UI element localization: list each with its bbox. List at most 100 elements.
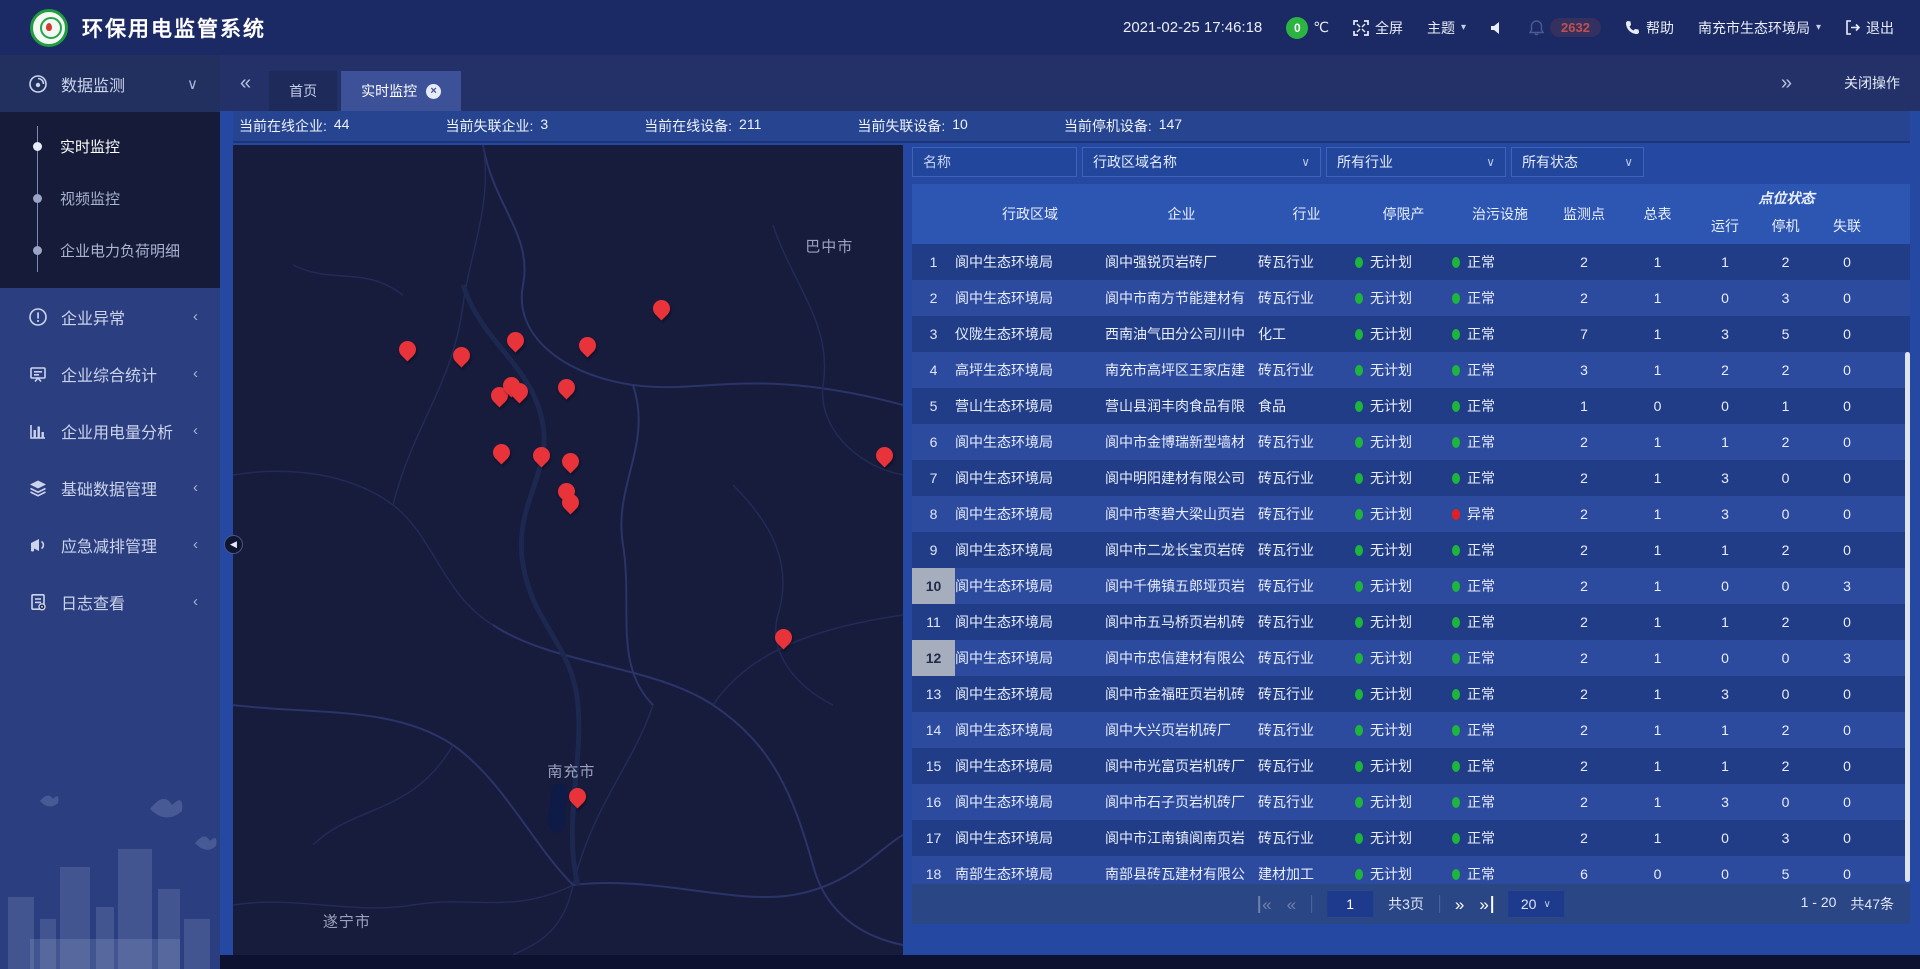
map-pin-icon[interactable] <box>558 379 575 396</box>
table-row[interactable]: 11阆中生态环境局阆中市五马桥页岩机砖砖瓦行业无计划正常21120 <box>912 604 1910 640</box>
sidebar-nav: 数据监测∨ 实时监控视频监控企业电力负荷明细企业异常‹企业综合统计‹企业用电量分析… <box>0 55 220 630</box>
cell-facility: 正常 <box>1452 396 1548 416</box>
cell-meters: 1 <box>1620 362 1695 378</box>
map-pin-icon[interactable] <box>511 383 528 400</box>
table-row[interactable]: 7阆中生态环境局阆中明阳建材有限公司砖瓦行业无计划正常21300 <box>912 460 1910 496</box>
app-logo-icon <box>30 9 68 47</box>
sidebar-item-5[interactable]: 应急减排管理‹ <box>0 516 220 573</box>
map-pin-icon[interactable] <box>493 444 510 461</box>
cell-points: 2 <box>1548 758 1620 774</box>
map-pin-icon[interactable] <box>399 341 416 358</box>
cell-index: 15 <box>912 748 955 784</box>
cell-lost: 0 <box>1816 830 1878 846</box>
board-icon <box>28 364 48 384</box>
table-row[interactable]: 9阆中生态环境局阆中市二龙长宝页岩砖砖瓦行业无计划正常21120 <box>912 532 1910 568</box>
tabs-scroll-right-button[interactable]: » <box>1781 72 1792 95</box>
map-pin-icon[interactable] <box>533 447 550 464</box>
sidebar-item-1[interactable]: 企业异常‹ <box>0 288 220 345</box>
sidebar-subitem[interactable]: 企业电力负荷明细 <box>0 224 220 276</box>
sidebar-item-6[interactable]: 日志查看‹ <box>0 573 220 630</box>
map-pin-icon[interactable] <box>653 300 670 317</box>
status-select[interactable]: 所有状态∨ <box>1511 147 1644 177</box>
tab-0[interactable]: 首页 <box>269 71 337 111</box>
sidebar: 数据监测∨ 实时监控视频监控企业电力负荷明细企业异常‹企业综合统计‹企业用电量分析… <box>0 55 220 969</box>
name-search-input[interactable] <box>912 147 1077 177</box>
page-size-select[interactable]: 20∨ <box>1508 891 1564 917</box>
table-row[interactable]: 17阆中生态环境局阆中市江南镇阆南页岩砖瓦行业无计划正常21030 <box>912 820 1910 856</box>
sidebar-subitem[interactable]: 实时监控 <box>0 120 220 172</box>
table-scrollbar[interactable] <box>1905 352 1910 882</box>
table-row[interactable]: 2阆中生态环境局阆中市南方节能建材有砖瓦行业无计划正常21030 <box>912 280 1910 316</box>
map-pin-icon[interactable] <box>876 447 893 464</box>
page-number-input[interactable] <box>1327 891 1373 917</box>
user-org-dropdown[interactable]: 南充市生态环境局▾ <box>1698 18 1821 38</box>
help-button[interactable]: 帮助 <box>1625 18 1674 38</box>
first-page-button[interactable]: « <box>1258 896 1271 913</box>
sidebar-subitem[interactable]: 视频监控 <box>0 172 220 224</box>
fullscreen-button[interactable]: 全屏 <box>1353 18 1403 38</box>
region-select[interactable]: 行政区域名称∨ <box>1082 147 1321 177</box>
sidebar-item-3[interactable]: 企业用电量分析‹ <box>0 402 220 459</box>
table-row[interactable]: 15阆中生态环境局阆中市光富页岩机砖厂砖瓦行业无计划正常21120 <box>912 748 1910 784</box>
map-pin-icon[interactable] <box>453 347 470 364</box>
industry-select[interactable]: 所有行业∨ <box>1326 147 1506 177</box>
tabs-scroll-left-button[interactable]: « <box>240 72 251 95</box>
prev-page-button[interactable]: « <box>1287 896 1296 913</box>
table-row[interactable]: 13阆中生态环境局阆中市金福旺页岩机砖砖瓦行业无计划正常21300 <box>912 676 1910 712</box>
cell-industry: 砖瓦行业 <box>1258 288 1355 308</box>
cell-industry: 砖瓦行业 <box>1258 576 1355 596</box>
cell-stop-plan: 无计划 <box>1355 648 1452 668</box>
map-pin-icon[interactable] <box>562 453 579 470</box>
cell-company: 阆中市金博瑞新型墙材 <box>1105 432 1258 452</box>
sidebar-item-4[interactable]: 基础数据管理‹ <box>0 459 220 516</box>
close-operations-button[interactable]: 关闭操作 <box>1844 73 1900 93</box>
map-pin-icon[interactable] <box>569 788 586 805</box>
cell-index: 9 <box>912 532 955 568</box>
table-row[interactable]: 6阆中生态环境局阆中市金博瑞新型墙材砖瓦行业无计划正常21120 <box>912 424 1910 460</box>
map-pin-icon[interactable] <box>507 332 524 349</box>
notifications-button[interactable]: 2632 <box>1529 18 1601 37</box>
table-row[interactable]: 1阆中生态环境局阆中强锐页岩砖厂砖瓦行业无计划正常21120 <box>912 244 1910 280</box>
chevron-left-icon: ‹ <box>193 308 198 325</box>
map-pin-icon[interactable] <box>579 337 596 354</box>
table-row[interactable]: 8阆中生态环境局阆中市枣碧大梁山页岩砖瓦行业无计划异常21300 <box>912 496 1910 532</box>
cell-run: 1 <box>1695 614 1755 630</box>
status-dot-icon <box>1452 365 1460 376</box>
status-dot-icon <box>1355 797 1363 808</box>
cell-industry: 砖瓦行业 <box>1258 756 1355 776</box>
table-row[interactable]: 14阆中生态环境局阆中大兴页岩机砖厂砖瓦行业无计划正常21120 <box>912 712 1910 748</box>
cell-index: 10 <box>912 568 955 604</box>
last-page-button[interactable]: » <box>1479 896 1492 913</box>
map-collapse-button[interactable]: ◀ <box>224 535 243 554</box>
tab-close-icon[interactable]: × <box>426 84 441 99</box>
table-row[interactable]: 5营山生态环境局营山县润丰肉食品有限食品无计划正常10010 <box>912 388 1910 424</box>
table-row[interactable]: 4高坪生态环境局南充市高坪区王家店建砖瓦行业无计划正常31220 <box>912 352 1910 388</box>
cell-lost: 0 <box>1816 866 1878 882</box>
map-pin-icon[interactable] <box>775 629 792 646</box>
sidebar-item-0[interactable]: 数据监测∨ <box>0 55 220 112</box>
table-row[interactable]: 18南部生态环境局南部县砖瓦建材有限公建材加工无计划正常60050 <box>912 856 1910 884</box>
cell-points: 2 <box>1548 794 1620 810</box>
table-row[interactable]: 16阆中生态环境局阆中市石子页岩机砖厂砖瓦行业无计划正常21300 <box>912 784 1910 820</box>
cell-halt: 3 <box>1755 830 1816 846</box>
sidebar-item-2[interactable]: 企业综合统计‹ <box>0 345 220 402</box>
cell-facility: 正常 <box>1452 828 1548 848</box>
cell-stop-plan: 无计划 <box>1355 468 1452 488</box>
cell-halt: 3 <box>1755 290 1816 306</box>
tab-1[interactable]: 实时监控× <box>341 71 461 111</box>
cell-run: 1 <box>1695 722 1755 738</box>
sound-button[interactable] <box>1490 21 1505 35</box>
next-page-button[interactable]: » <box>1455 896 1464 913</box>
cell-company: 阆中市金福旺页岩机砖 <box>1105 684 1258 704</box>
cell-industry: 砖瓦行业 <box>1258 720 1355 740</box>
chevron-down-icon: ∨ <box>1301 155 1310 169</box>
cell-company: 阆中市枣碧大梁山页岩 <box>1105 504 1258 524</box>
theme-dropdown[interactable]: 主题▾ <box>1427 18 1466 38</box>
table-row[interactable]: 3仪陇生态环境局西南油气田分公司川中化工无计划正常71350 <box>912 316 1910 352</box>
table-row[interactable]: 10阆中生态环境局阆中千佛镇五郎垭页岩砖瓦行业无计划正常21003 <box>912 568 1910 604</box>
map-pin-icon[interactable] <box>562 494 579 511</box>
cell-region: 阆中生态环境局 <box>955 504 1105 524</box>
status-dot-icon <box>1452 653 1460 664</box>
logout-button[interactable]: 退出 <box>1845 18 1894 38</box>
table-row[interactable]: 12阆中生态环境局阆中市忠信建材有限公砖瓦行业无计划正常21003 <box>912 640 1910 676</box>
